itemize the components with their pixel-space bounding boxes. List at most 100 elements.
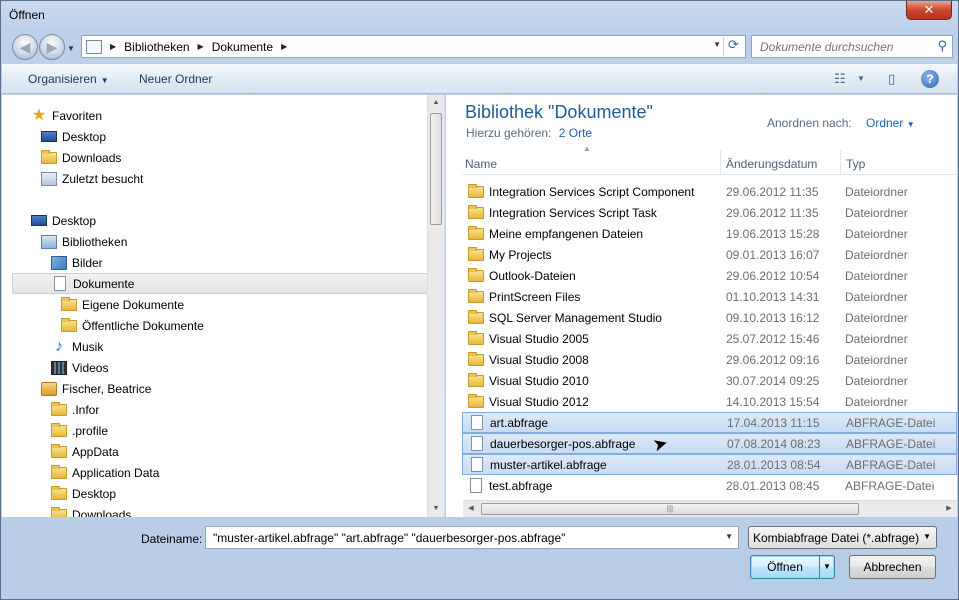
file-row[interactable]: art.abfrage 17.04.2013 11:15 ABFRAGE-Datei xyxy=(462,412,957,433)
folder-icon xyxy=(51,485,67,500)
tree-item[interactable]: AppData xyxy=(51,441,119,462)
search-input[interactable] xyxy=(758,37,928,56)
tree-item[interactable]: Videos xyxy=(51,357,108,378)
file-type-filter[interactable]: Kombiabfrage Datei (*.abfrage) ▼ xyxy=(748,526,937,549)
address-dropdown-icon[interactable]: ▼ xyxy=(713,40,721,49)
folder-row[interactable]: My Projects 09.01.2013 16:07 Dateiordner xyxy=(462,244,957,265)
tree-item-label: Desktop xyxy=(62,129,107,144)
folder-row[interactable]: PrintScreen Files 01.10.2013 14:31 Dateior… xyxy=(462,286,957,307)
tree-item-label: .profile xyxy=(72,423,109,438)
scrollbar-thumb[interactable] xyxy=(430,113,442,225)
locations-link[interactable]: 2 Orte xyxy=(559,126,592,140)
column-divider[interactable] xyxy=(720,150,721,174)
new-folder-button[interactable]: Neuer Ordner xyxy=(139,72,212,86)
tree-item[interactable]: .profile xyxy=(51,420,108,441)
tree-item[interactable]: ♪ Musik xyxy=(51,336,103,357)
breadcrumb-arrow-icon[interactable]: ▶ xyxy=(281,42,287,51)
view-dropdown-icon[interactable]: ▼ xyxy=(857,74,865,83)
tree-item[interactable]: Application Data xyxy=(51,462,159,483)
row-date: 19.06.2013 15:28 xyxy=(726,226,820,241)
scroll-up-icon[interactable]: ▲ xyxy=(428,95,444,111)
search-box[interactable]: ⚲ xyxy=(751,35,953,58)
row-type: Dateiordner xyxy=(845,373,908,388)
title-bar[interactable]: Öffnen ✕ xyxy=(1,1,958,29)
column-divider[interactable] xyxy=(840,150,841,174)
scroll-right-icon[interactable]: ▶ xyxy=(941,501,957,517)
scroll-left-icon[interactable]: ◀ xyxy=(463,501,479,517)
breadcrumb-dokumente[interactable]: Dokumente xyxy=(212,40,273,54)
navigation-pane[interactable]: ★ Favoriten Desktop Downloads Zuletzt besuch… xyxy=(2,95,445,517)
column-date[interactable]: Änderungsdatum xyxy=(726,157,841,177)
forward-button[interactable]: ▶ xyxy=(39,34,65,60)
row-type: Dateiordner xyxy=(845,394,908,409)
folder-row[interactable]: Visual Studio 2005 25.07.2012 15:46 Dateio… xyxy=(462,328,957,349)
recent-pages-dropdown-icon[interactable]: ▼ xyxy=(67,44,75,53)
folder-row[interactable]: SQL Server Management Studio 09.10.2013 1… xyxy=(462,307,957,328)
tree-item[interactable]: Bilder xyxy=(51,252,103,273)
tree-item[interactable]: Downloads xyxy=(51,504,131,517)
tree-item[interactable]: Fischer, Beatrice xyxy=(41,378,151,399)
cancel-button[interactable]: Abbrechen xyxy=(849,555,936,579)
column-name[interactable]: Name xyxy=(465,157,720,177)
library-includes: Hierzu gehören: 2 Orte xyxy=(466,126,592,140)
row-name: Integration Services Script Component xyxy=(489,184,695,199)
folder-row[interactable]: Outlook-Dateien 29.06.2012 10:54 Dateiordn… xyxy=(462,265,957,286)
tree-item[interactable]: Zuletzt besucht xyxy=(41,168,143,189)
tree-item[interactable]: Desktop xyxy=(41,126,106,147)
filename-dropdown-icon[interactable]: ▼ xyxy=(725,532,733,541)
preview-pane-icon[interactable]: ▯ xyxy=(888,71,895,87)
tree-item-label: Bilder xyxy=(72,255,103,270)
tree-item-label: Downloads xyxy=(72,507,132,518)
video-icon xyxy=(51,360,67,375)
navigation-scrollbar[interactable]: ▲ ▼ xyxy=(427,95,444,517)
file-row[interactable]: test.abfrage 28.01.2013 08:45 ABFRAGE-Date… xyxy=(462,475,957,496)
tree-item[interactable]: Desktop xyxy=(31,210,96,231)
arrange-by-dropdown[interactable]: Ordner ▼ xyxy=(866,116,915,130)
search-icon[interactable]: ⚲ xyxy=(937,38,947,54)
row-name-cell: PrintScreen Files xyxy=(468,288,580,304)
tree-item[interactable]: Desktop xyxy=(51,483,116,504)
row-name-cell: test.abfrage xyxy=(468,478,552,493)
scrollbar-thumb[interactable]: ||| xyxy=(481,503,859,515)
back-button[interactable]: ◀ xyxy=(12,34,38,60)
folder-row[interactable]: Integration Services Script Component 29.… xyxy=(462,181,957,202)
scroll-down-icon[interactable]: ▼ xyxy=(428,501,444,517)
tree-item-label: AppData xyxy=(72,444,119,459)
tree-item[interactable]: .Infor xyxy=(51,399,99,420)
folder-row[interactable]: Visual Studio 2012 14.10.2013 15:54 Dateio… xyxy=(462,391,957,412)
file-row[interactable]: muster-artikel.abfrage 28.01.2013 08:54 AB… xyxy=(462,454,957,475)
horizontal-scrollbar[interactable]: ◀ ||| ▶ xyxy=(463,500,957,517)
open-options-dropdown-icon[interactable]: ▼ xyxy=(819,556,834,578)
view-options-icon[interactable]: ☷ xyxy=(834,71,846,87)
refresh-icon[interactable]: ⟳ xyxy=(723,37,743,56)
tree-item[interactable]: Downloads xyxy=(41,147,121,168)
breadcrumb-arrow-icon[interactable]: ▶ xyxy=(198,42,204,51)
tree-item[interactable]: Öffentliche Dokumente xyxy=(61,315,204,336)
file-row[interactable]: dauerbesorger-pos.abfrage 07.08.2014 08:2… xyxy=(462,433,957,454)
tree-item[interactable]: ★ Favoriten xyxy=(31,105,102,126)
organize-button[interactable]: Organisieren ▼ xyxy=(28,72,109,86)
tree-item[interactable]: Eigene Dokumente xyxy=(61,294,184,315)
folder-row[interactable]: Visual Studio 2010 30.07.2014 09:25 Dateio… xyxy=(462,370,957,391)
row-name: Outlook-Dateien xyxy=(489,268,576,283)
row-type: Dateiordner xyxy=(845,289,908,304)
folder-row[interactable]: Visual Studio 2008 29.06.2012 09:16 Dateio… xyxy=(462,349,957,370)
open-button[interactable]: Öffnen ▼ xyxy=(750,555,835,579)
organize-label: Organisieren xyxy=(28,72,97,86)
filename-input[interactable] xyxy=(211,528,716,547)
tree-item[interactable]: Dokumente xyxy=(12,273,428,294)
row-name-cell: Integration Services Script Component xyxy=(468,183,695,199)
file-list-pane[interactable]: Bibliothek "Dokumente" Hierzu gehören: 2… xyxy=(446,95,957,517)
folder-row[interactable]: Integration Services Script Task 29.06.20… xyxy=(462,202,957,223)
tree-item[interactable]: Bibliotheken xyxy=(41,231,127,252)
help-icon[interactable]: ? xyxy=(921,70,939,88)
breadcrumb-bibliotheken[interactable]: Bibliotheken xyxy=(124,40,189,54)
row-date: 07.08.2014 08:23 xyxy=(727,436,821,451)
breadcrumb-arrow-icon[interactable]: ▶ xyxy=(110,42,116,51)
filename-combobox[interactable]: ▼ xyxy=(205,526,739,549)
row-name: muster-artikel.abfrage xyxy=(490,457,607,472)
address-bar[interactable]: ▶ Bibliotheken ▶ Dokumente ▶ ▼ ⟳ xyxy=(81,35,746,58)
close-button[interactable]: ✕ xyxy=(906,1,952,20)
column-type[interactable]: Typ xyxy=(846,157,946,177)
folder-row[interactable]: Meine empfangenen Dateien 19.06.2013 15:2… xyxy=(462,223,957,244)
